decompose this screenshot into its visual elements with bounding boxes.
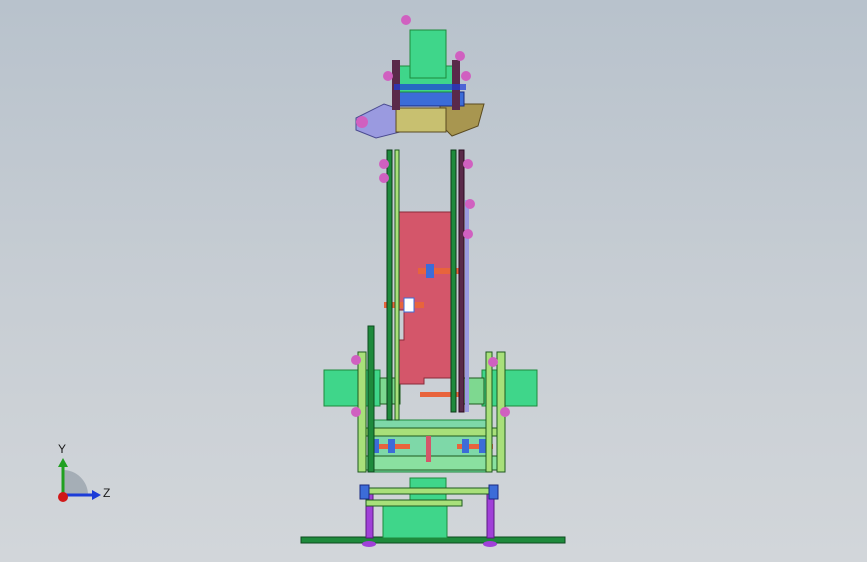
standoff-right [486, 493, 495, 539]
nut-arm-upper [426, 264, 434, 278]
nut-arm-lower [403, 297, 415, 313]
nut-shoulder-r2 [479, 439, 486, 453]
wrist-nut-row [394, 84, 466, 90]
shoulder-slot [426, 436, 431, 462]
triad-z-label: Z [103, 486, 111, 500]
triad-y-arrow [58, 458, 68, 467]
lower-rail-1 [359, 487, 499, 495]
nut-shoulder-l2 [388, 439, 395, 453]
shoulder-bar-top [357, 427, 503, 437]
nut-shoulder-r1 [462, 439, 469, 453]
gripper-jaw-right [439, 103, 485, 137]
wrist-screw-4 [401, 15, 411, 25]
triad-x-origin [58, 492, 68, 502]
triad-y-label: Y [58, 442, 67, 456]
cad-viewport[interactable]: Y Z [0, 0, 867, 562]
link-right-2 [458, 149, 465, 413]
screw-link-4 [465, 199, 475, 209]
wrist-servo-top [409, 29, 447, 79]
screw-link-5 [463, 229, 473, 239]
side-plate-right-2 [485, 351, 493, 473]
lower-rail-2 [365, 499, 463, 507]
nut-lower-right [488, 484, 499, 500]
screw-r1 [500, 407, 510, 417]
wrist-screw-3 [455, 51, 465, 61]
side-plate-left-2 [367, 325, 375, 473]
screw-l2 [351, 407, 361, 417]
wrist-screw-1 [383, 71, 393, 81]
link-left-2 [394, 149, 400, 421]
robot-arm-model[interactable] [0, 0, 867, 562]
triad-quadrant [63, 470, 88, 495]
screw-r2 [488, 357, 498, 367]
screw-l1 [351, 355, 361, 365]
screw-link-3 [463, 159, 473, 169]
standoff-foot-right [483, 541, 497, 547]
gripper-screw-left [356, 116, 368, 128]
screw-link-2 [379, 173, 389, 183]
triad-z-arrow [92, 490, 101, 500]
screw-link-1 [379, 159, 389, 169]
wrist-screw-2 [461, 71, 471, 81]
gripper-base [395, 107, 447, 133]
standoff-foot-left [362, 541, 376, 547]
link-left [386, 149, 393, 421]
nut-lower-left [359, 484, 370, 500]
link-right [450, 149, 457, 413]
